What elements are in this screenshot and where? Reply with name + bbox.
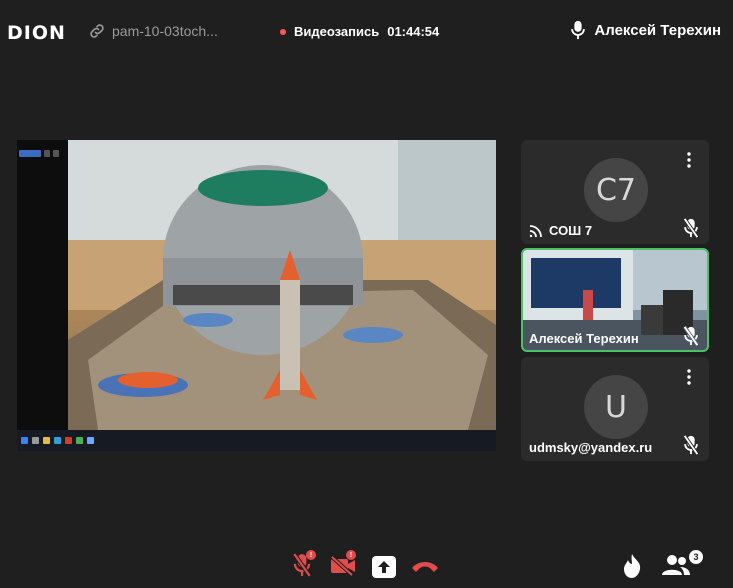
- acrobat-icon: [65, 437, 72, 444]
- recording-dot: [280, 28, 286, 35]
- screen-toolbar-chip: [44, 150, 50, 157]
- mic-muted-icon: [683, 218, 699, 238]
- presenter-icon: [87, 437, 94, 444]
- flame-icon: [624, 554, 641, 578]
- participant-tile-active[interactable]: Алексей Терехин: [521, 248, 709, 352]
- participant-name: udmsky@yandex.ru: [529, 440, 653, 455]
- explorer-icon: [43, 437, 50, 444]
- windows-logo-icon: [21, 437, 28, 444]
- participant-name: СОШ 7: [549, 223, 593, 238]
- participant-count-badge: 3: [689, 550, 703, 564]
- microphone-toggle-button[interactable]: !: [292, 550, 316, 582]
- participant-name: Алексей Терехин: [529, 331, 639, 346]
- participant-tile[interactable]: U udmsky@yandex.ru: [521, 357, 709, 461]
- recording-time: 01:44:54: [387, 24, 440, 39]
- more-options-icon[interactable]: [687, 369, 691, 385]
- screen-toolbar: [17, 150, 69, 160]
- current-user-name: Алексей Терехин: [594, 21, 721, 39]
- search-icon: [32, 437, 39, 444]
- more-options-icon[interactable]: [687, 152, 691, 168]
- signal-icon: [529, 224, 542, 237]
- avatar: С7: [584, 158, 648, 222]
- model-illustration: [68, 140, 496, 430]
- avatar: U: [584, 375, 648, 439]
- recording-indicator: Видеозапись 01:44:54: [280, 24, 439, 39]
- participant-name-row: udmsky@yandex.ru: [529, 440, 652, 455]
- mic-muted-icon: [683, 326, 699, 346]
- meeting-link-text: pam-10-03toch...: [112, 23, 218, 39]
- recording-label: Видеозапись: [294, 24, 380, 39]
- mic-warning-badge: !: [306, 550, 316, 560]
- app-logo: DION: [7, 22, 66, 44]
- hang-up-icon: [412, 562, 438, 572]
- current-user[interactable]: Алексей Терехин: [570, 20, 721, 40]
- shared-photo: [68, 140, 496, 430]
- participant-tile[interactable]: С7 СОШ 7: [521, 140, 709, 244]
- camera-toggle-button[interactable]: !: [330, 550, 356, 581]
- mic-muted-icon: [683, 435, 699, 455]
- reactions-button[interactable]: [622, 553, 642, 584]
- screen-toolbar-chip: [19, 150, 41, 157]
- participant-name-row: Алексей Терехин: [529, 331, 639, 346]
- participants-icon: [662, 555, 690, 575]
- windows-taskbar: [17, 430, 496, 451]
- camera-warning-badge: !: [346, 550, 356, 560]
- shared-screen[interactable]: [17, 140, 496, 451]
- meeting-link[interactable]: pam-10-03toch...: [88, 22, 218, 40]
- end-call-button[interactable]: [410, 559, 440, 578]
- upload-icon: [372, 556, 396, 578]
- chrome-icon: [76, 437, 83, 444]
- link-icon: [90, 24, 104, 38]
- participants-button[interactable]: [662, 553, 690, 582]
- share-screen-button[interactable]: [372, 556, 396, 583]
- edge-icon: [54, 437, 61, 444]
- microphone-icon: [571, 20, 586, 40]
- screen-toolbar-chip: [53, 150, 59, 157]
- participant-name-row: СОШ 7: [529, 223, 592, 238]
